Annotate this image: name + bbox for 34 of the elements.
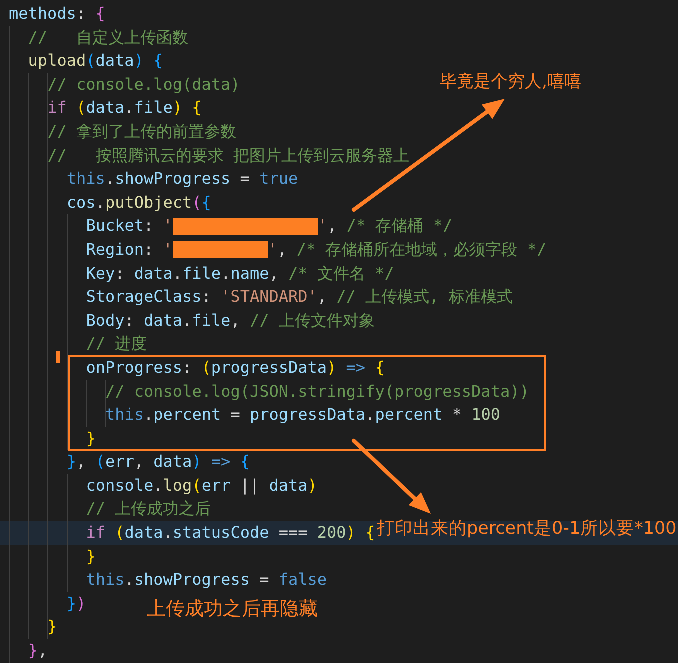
- code-text: // 上传成功之后: [86, 498, 212, 520]
- code-text: }: [48, 616, 58, 638]
- annotation-note: 上传成功之后再隐藏: [147, 598, 318, 621]
- code-text: // 按照腾讯云的要求 把图片上传到云服务器上: [48, 144, 410, 167]
- code-text: if (data.statusCode === 200) {: [86, 522, 376, 544]
- code-text: if (data.file) {: [48, 97, 202, 120]
- code-text: StorageClass: 'STANDARD', // 上传模式, 标准模式: [86, 286, 513, 308]
- code-text: this.percent = progressData.percent * 100: [106, 404, 500, 426]
- code-text: }): [66, 592, 86, 615]
- code-text: ', /* 存储桶 */: [318, 215, 453, 238]
- code-text: // console.log(JSON.stringify(progressData)): [106, 380, 530, 402]
- code-text: upload(data) {: [28, 50, 164, 72]
- code-text: }: [86, 546, 96, 568]
- code-text: }: [86, 428, 96, 450]
- code-text: this.showProgress = true: [66, 168, 298, 190]
- code-text: // 拿到了上传的前置参数: [48, 120, 236, 143]
- code-text: Region: ': [86, 238, 173, 261]
- code-text: // 自定义上传函数: [28, 26, 188, 49]
- code-text: // 进度: [86, 333, 148, 356]
- code-text: ', /* 存储桶所在地域，必须字段 */: [268, 238, 547, 261]
- code-text: onProgress: (progressData) => {: [86, 356, 385, 379]
- code-text: Bucket: ': [86, 215, 173, 238]
- code-text: methods: {: [9, 3, 106, 25]
- code-text: this.showProgress = false: [86, 569, 328, 592]
- code-text: console.log(err || data): [86, 474, 318, 497]
- code-text: Key: data.file.name, /* 文件名 */: [86, 262, 394, 285]
- code-text: },: [28, 640, 48, 662]
- annotation-note: 打印出来的percent是0-1所以要*100: [377, 519, 677, 540]
- marker: [56, 351, 60, 363]
- code-text: Body: data.file, // 上传文件对象: [86, 310, 375, 332]
- code-text: // console.log(data): [48, 74, 240, 96]
- annotation-note: 毕竟是个穷人,嘻嘻: [440, 72, 582, 92]
- code-text: cos.putObject({: [66, 192, 212, 214]
- code-text: }, (err, data) => {: [66, 451, 250, 474]
